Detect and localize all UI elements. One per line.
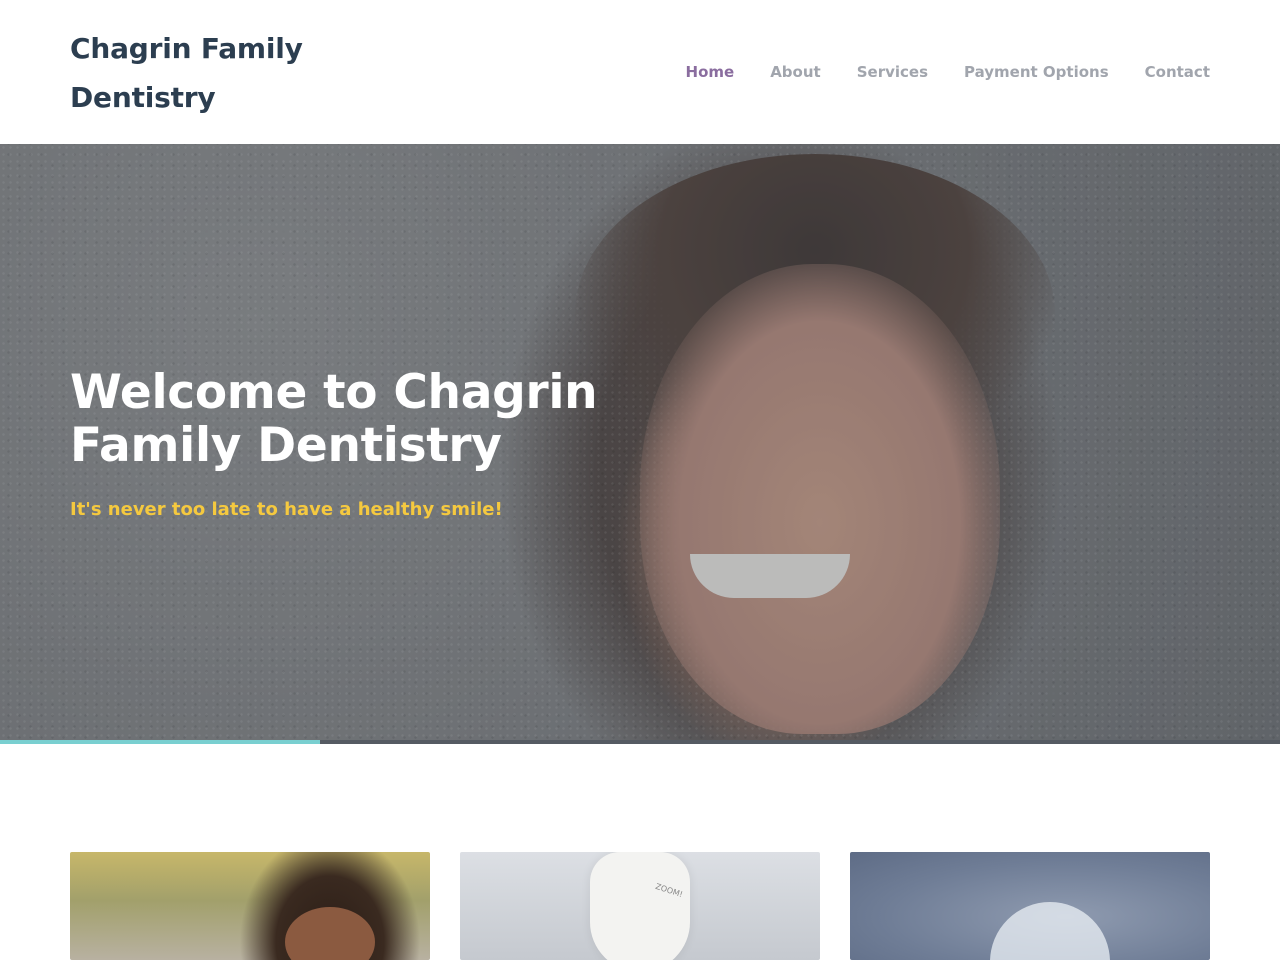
nav-about[interactable]: About xyxy=(770,62,821,82)
nav-contact[interactable]: Contact xyxy=(1145,62,1210,82)
whitening-device-image xyxy=(590,852,690,960)
feature-cards: ZOOM! xyxy=(70,852,1210,960)
hero-image-face xyxy=(640,264,1000,734)
main-nav: Home About Services Payment Options Cont… xyxy=(650,62,1210,82)
site-logo[interactable]: Chagrin Family Dentistry xyxy=(70,24,350,122)
hero-subtitle: It's never too late to have a healthy sm… xyxy=(70,499,503,520)
hero-slider[interactable]: Welcome to Chagrin Family Dentistry It's… xyxy=(0,144,1280,744)
slider-progress-fill xyxy=(0,740,320,744)
aligner-image xyxy=(990,902,1110,960)
hero-image-smile xyxy=(690,554,850,598)
slider-progress-track xyxy=(0,740,1280,744)
hero-title: Welcome to Chagrin Family Dentistry xyxy=(70,365,598,473)
site-header: Chagrin Family Dentistry Home About Serv… xyxy=(0,0,1280,144)
card-aligner-photo[interactable] xyxy=(850,852,1210,960)
card-child-photo[interactable] xyxy=(70,852,430,960)
nav-home[interactable]: Home xyxy=(686,62,735,82)
nav-payment-options[interactable]: Payment Options xyxy=(964,62,1109,82)
child-face-image xyxy=(285,907,375,960)
card-whitening-photo[interactable]: ZOOM! xyxy=(460,852,820,960)
nav-services[interactable]: Services xyxy=(857,62,928,82)
hero-image-hair xyxy=(575,154,1055,474)
hero-content: Welcome to Chagrin Family Dentistry It's… xyxy=(70,366,630,522)
